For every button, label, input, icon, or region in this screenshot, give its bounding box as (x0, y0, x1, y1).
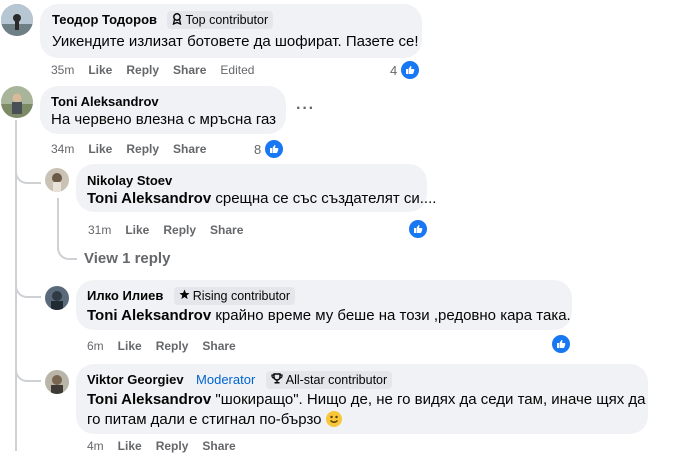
avatar[interactable] (45, 286, 69, 310)
star-icon (179, 289, 190, 303)
comment-bubble: Теодор Тодоров Top contributor Уикендите… (40, 4, 422, 58)
reaction-count[interactable] (551, 334, 571, 354)
moderator-label: Moderator (196, 372, 256, 388)
like-button[interactable]: Like (118, 339, 142, 353)
avatar[interactable] (1, 4, 33, 36)
like-button[interactable]: Like (88, 142, 112, 156)
comment-author[interactable]: Илко Илиев (87, 288, 163, 303)
reply-button[interactable]: Reply (156, 339, 189, 353)
thread-curve (57, 236, 77, 260)
top-contributor-badge[interactable]: Top contributor (167, 11, 274, 29)
mention-link[interactable]: Toni Aleksandrov (87, 307, 211, 324)
comment-text: Toni Aleksandrov "шокиращо". Нищо де, не… (87, 391, 646, 408)
reply-button[interactable]: Reply (126, 63, 159, 77)
comment-text: Toni Aleksandrov срещна се със създателя… (87, 190, 437, 207)
like-reaction-icon (400, 60, 421, 80)
like-reaction-icon (264, 139, 285, 159)
thread-curve (15, 160, 41, 184)
trophy-icon (271, 373, 283, 387)
comment-bubble: Viktor Georgiev Moderator All-star contr… (76, 364, 648, 434)
like-button[interactable]: Like (88, 63, 112, 77)
share-button[interactable]: Share (173, 63, 206, 77)
share-button[interactable]: Share (210, 223, 243, 237)
avatar[interactable] (45, 168, 69, 192)
mention-link[interactable]: Toni Aleksandrov (87, 190, 211, 207)
thread-curve (15, 274, 41, 298)
comment-bubble: Nikolay Stoev Toni Aleksandrov срещна се… (76, 164, 436, 212)
comment-bubble: Toni Aleksandrov На червено влезна с мръ… (40, 86, 286, 134)
comment-text: Toni Aleksandrov крайно време му беше на… (87, 307, 571, 324)
timestamp[interactable]: 6m (87, 339, 104, 353)
mention-link[interactable]: Toni Aleksandrov (87, 391, 211, 408)
comment-author[interactable]: Nikolay Stoev (87, 173, 172, 188)
edited-label: Edited (220, 63, 255, 77)
thread-curve (15, 358, 41, 382)
comment-bubble: Илко Илиев Rising contributor Toni Aleks… (76, 280, 572, 330)
smile-emoji-icon (325, 411, 342, 427)
all-star-contributor-badge[interactable]: All-star contributor (265, 371, 393, 389)
reaction-count[interactable]: 8 (254, 139, 285, 159)
like-reaction-icon (408, 219, 428, 239)
like-button[interactable]: Like (125, 223, 149, 237)
view-replies-link[interactable]: View 1 reply (84, 250, 170, 267)
avatar[interactable] (1, 86, 33, 118)
reaction-count[interactable]: 4 (390, 60, 421, 80)
comment-author[interactable]: Toni Aleksandrov (51, 94, 159, 109)
more-options-button[interactable]: ··· (296, 100, 315, 118)
timestamp[interactable]: 31m (88, 223, 111, 237)
like-reaction-icon (551, 334, 571, 354)
comment-text: Уикендите излизат ботовете да шофират. П… (52, 33, 419, 50)
reply-button[interactable]: Reply (126, 142, 159, 156)
award-icon (172, 12, 182, 28)
rising-contributor-badge[interactable]: Rising contributor (173, 287, 296, 305)
comment-author[interactable]: Viktor Georgiev (87, 372, 184, 387)
share-button[interactable]: Share (173, 142, 206, 156)
comment-text-line2: го питам дали е стигнал по-бързо (87, 411, 342, 428)
comment-author[interactable]: Теодор Тодоров (52, 12, 157, 27)
timestamp[interactable]: 35m (51, 63, 74, 77)
share-button[interactable]: Share (202, 339, 235, 353)
reaction-count[interactable] (408, 219, 428, 239)
comment-text: На червено влезна с мръсна газ (51, 111, 277, 128)
timestamp[interactable]: 34m (51, 142, 74, 156)
reply-button[interactable]: Reply (163, 223, 196, 237)
avatar[interactable] (45, 370, 69, 394)
